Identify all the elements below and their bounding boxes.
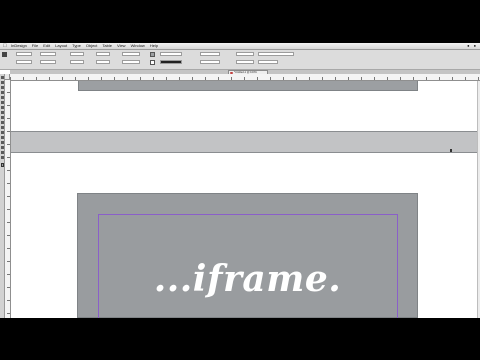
tool-fill-stroke-icon[interactable] [0,163,4,167]
scale-y-field[interactable] [70,60,84,64]
menu-file[interactable]: File [32,43,38,49]
menu-window[interactable]: Window [131,43,145,49]
rotation-field[interactable] [96,52,110,56]
corner-options[interactable] [258,60,278,64]
stroke-type-field[interactable] [160,60,182,64]
height-field[interactable] [40,60,56,64]
tool-type-icon[interactable] [0,96,4,99]
menu-table[interactable]: Table [102,43,112,49]
y-field[interactable] [16,60,32,64]
vertical-ruler[interactable] [4,80,11,318]
tool-free-transform-icon[interactable] [0,131,4,134]
reference-point[interactable] [122,52,140,56]
tools-panel [0,74,5,318]
menu-help[interactable]: Help [150,43,158,49]
tool-rectangle-icon[interactable] [0,121,4,124]
iframe-headline[interactable]: ...iframe. [78,258,417,300]
tool-eyedropper-icon[interactable] [0,146,4,149]
opacity-field[interactable] [200,52,220,56]
menu-items: InDesign File Edit Layout Type Object Ta… [11,43,158,49]
selection-tool-icon[interactable] [2,52,7,57]
flip-controls[interactable] [122,60,140,64]
menubar-status-icons: ● ● [467,43,476,49]
tool-rectangle-frame-icon[interactable] [0,116,4,119]
width-field[interactable] [40,52,56,56]
menu-object[interactable]: Object [86,43,98,49]
page-frame[interactable]: ...iframe. [77,193,418,318]
tool-scissors-icon[interactable] [0,126,4,129]
stroke-weight-field[interactable] [160,52,182,56]
status-icon-1[interactable]: ● [467,43,469,49]
menu-app-name[interactable]: InDesign [11,43,27,49]
apple-icon[interactable]:  [3,43,7,49]
tool-pencil-icon[interactable] [0,111,4,114]
menu-view[interactable]: View [117,43,126,49]
menu-edit[interactable]: Edit [43,43,50,49]
top-graphic-frame[interactable] [78,81,418,91]
status-icon-2[interactable]: ● [474,43,476,49]
fitting-controls[interactable] [236,52,254,56]
stroke-swatch-icon[interactable] [150,60,155,65]
horizontal-ruler[interactable] [10,74,480,81]
scale-x-field[interactable] [70,52,84,56]
menu-bar:  InDesign File Edit Layout Type Object … [0,43,480,50]
tool-hand-icon[interactable] [0,151,4,154]
tool-zoom-icon[interactable] [0,156,4,159]
tool-direct-selection-icon[interactable] [0,81,4,84]
tool-gradient-icon[interactable] [0,136,4,139]
tool-selection-icon[interactable] [0,76,4,79]
wide-graphic-band[interactable] [11,131,477,153]
tool-gap-icon[interactable] [0,91,4,94]
fill-swatch-icon[interactable] [150,52,155,57]
x-field[interactable] [16,52,32,56]
mouse-cursor [450,149,452,152]
menu-type[interactable]: Type [72,43,81,49]
text-wrap-controls[interactable] [236,60,254,64]
shear-field[interactable] [96,60,110,64]
screen:  InDesign File Edit Layout Type Object … [0,43,480,318]
tool-page-icon[interactable] [0,86,4,89]
tool-pen-icon[interactable] [0,106,4,109]
tool-note-icon[interactable] [0,141,4,144]
menu-layout[interactable]: Layout [55,43,67,49]
tool-line-icon[interactable] [0,101,4,104]
object-style-field[interactable] [258,52,294,56]
effects-field[interactable] [200,60,220,64]
control-panel [0,50,480,70]
